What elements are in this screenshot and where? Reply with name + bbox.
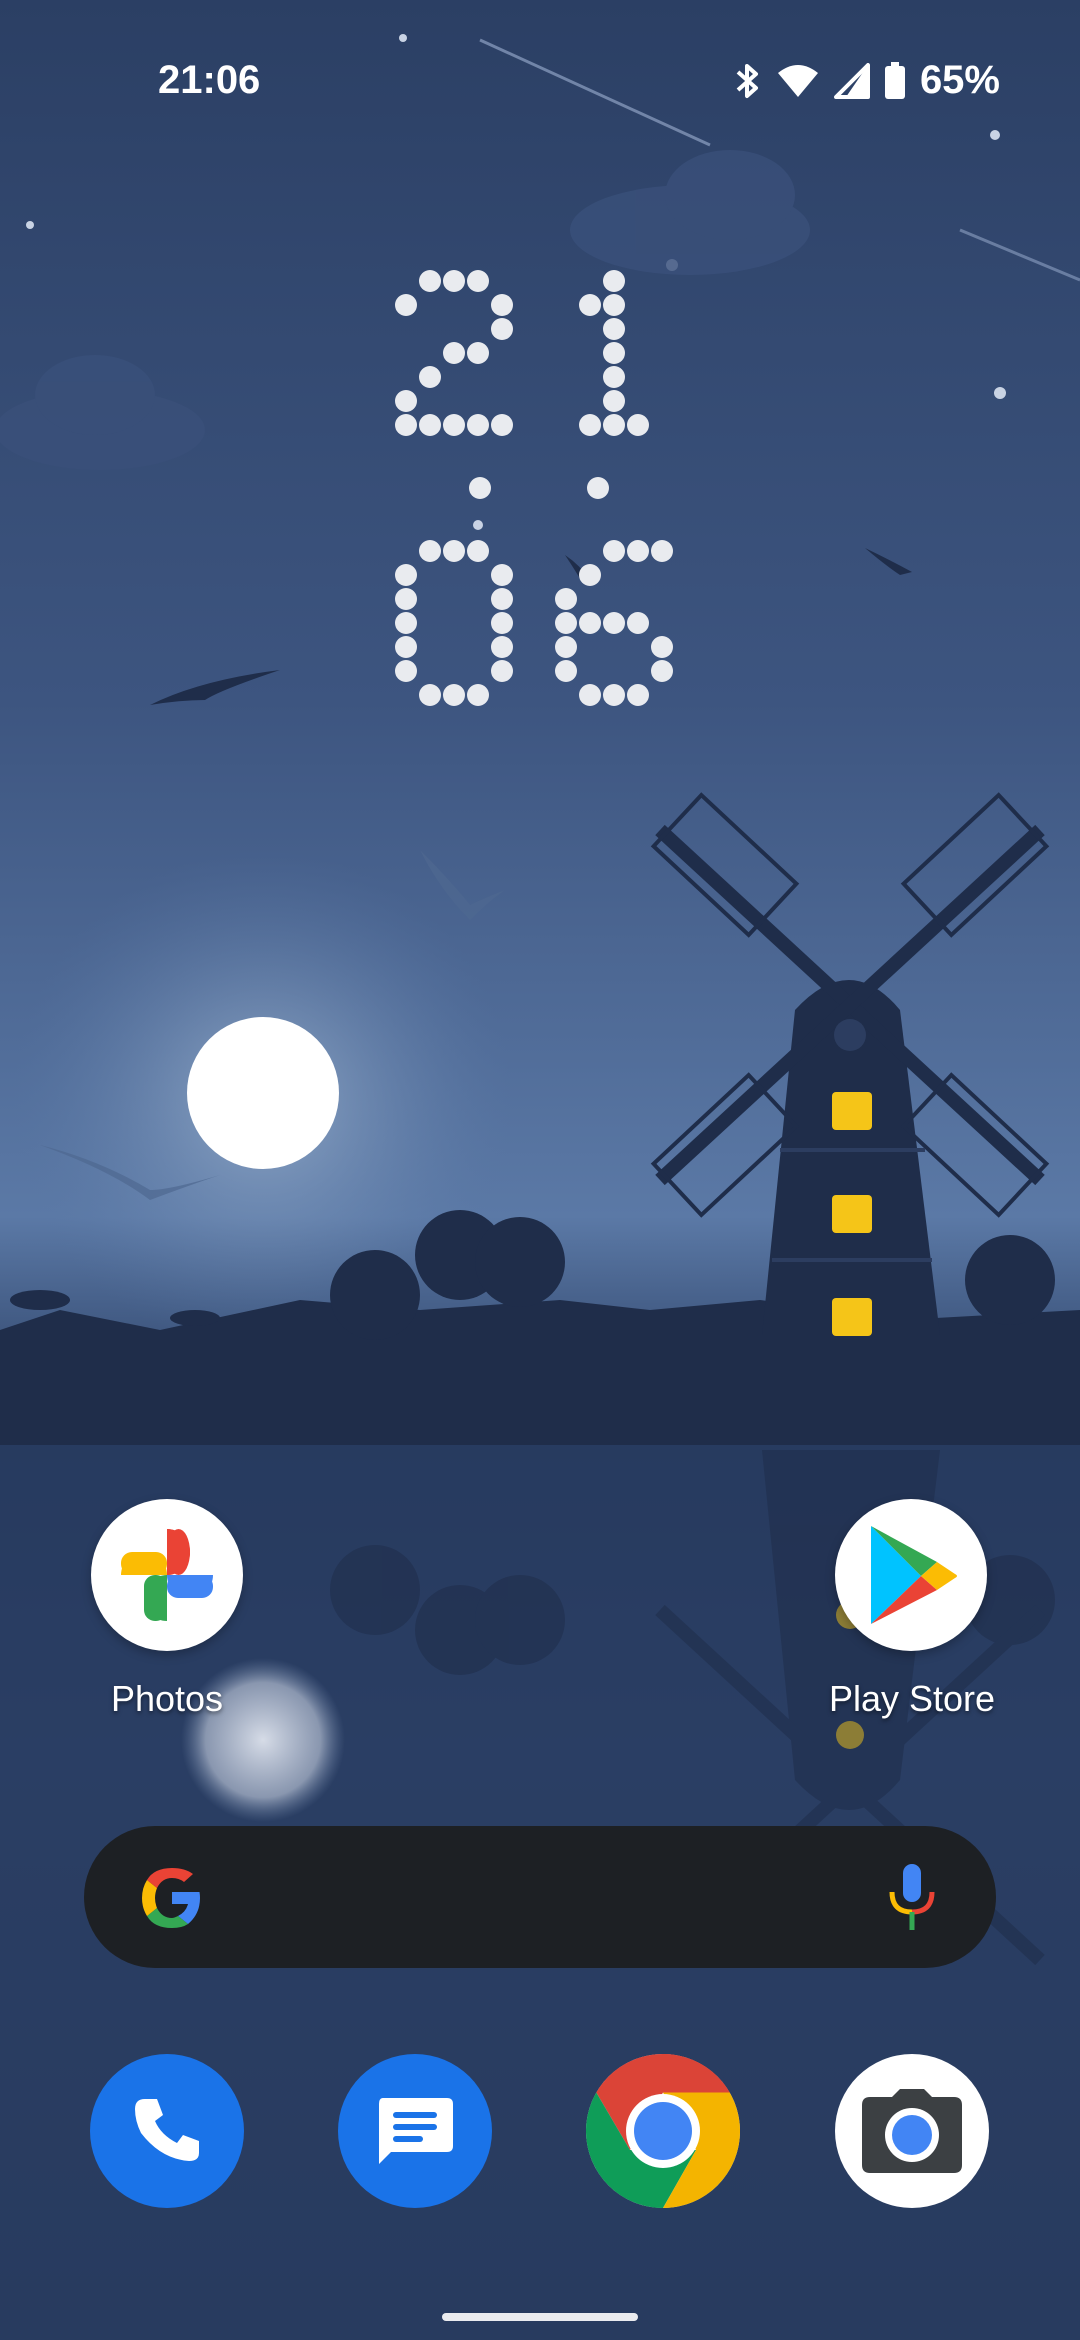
clock-hour-tens-dot [419, 270, 441, 292]
clock-minute-tens-dot [491, 564, 513, 586]
clock-minute-ones-dot [555, 660, 577, 682]
status-bar: 21:06 65% [0, 0, 1080, 160]
clock-hour-ones-dot [603, 318, 625, 340]
phone-icon [135, 2099, 199, 2161]
clock-hour-tens-dot [419, 414, 441, 436]
cellular-signal-icon [833, 62, 870, 99]
clock-minute-tens-dot [491, 660, 513, 682]
clock-minute-tens-dot [491, 588, 513, 610]
camera-icon [862, 2089, 962, 2173]
camera-app-icon[interactable] [835, 2054, 989, 2208]
clock-minute-ones-dot [579, 564, 601, 586]
wifi-icon [777, 64, 818, 97]
play-store-app-icon[interactable] [835, 1499, 987, 1651]
clock-minute-ones-dot [555, 636, 577, 658]
clock-minute-tens-dot [491, 636, 513, 658]
messages-icon [379, 2098, 453, 2164]
clock-minute-ones-dot [603, 540, 625, 562]
clock-minute-tens-dot [491, 612, 513, 634]
clock-hour-tens-dot [443, 270, 465, 292]
google-search-bar[interactable] [84, 1826, 996, 1968]
clock-hour-tens-dot [491, 294, 513, 316]
clock-hour-tens-dot [491, 318, 513, 340]
clock-hour-tens-dot [467, 270, 489, 292]
clock-hour-tens-dot [443, 414, 465, 436]
clock-hour-tens-dot [491, 414, 513, 436]
moon [187, 1017, 339, 1169]
google-photos-icon [121, 1529, 213, 1621]
clock-minute-ones-dot [579, 612, 601, 634]
clock-hour-tens-dot [419, 366, 441, 388]
clock-hour-ones-dot [603, 366, 625, 388]
clock-hour-tens-dot [395, 294, 417, 316]
chrome-icon [586, 2054, 740, 2208]
clock-hour-ones-dot [603, 270, 625, 292]
microphone-icon[interactable] [886, 1862, 938, 1934]
clock-hour-ones-dot [603, 342, 625, 364]
phone-app-icon[interactable] [90, 2054, 244, 2208]
clock-minute-tens-dot [395, 612, 417, 634]
clock-minute-ones-dot [555, 612, 577, 634]
clock-minute-ones-dot [651, 540, 673, 562]
clock-minute-ones-dot [651, 660, 673, 682]
bluetooth-icon [736, 63, 758, 98]
clock-hour-tens-dot [467, 342, 489, 364]
clock-separator-dot [469, 477, 491, 499]
clock-hour-tens-dot [443, 342, 465, 364]
clock-minute-ones-dot [627, 612, 649, 634]
clock-hour-ones-dot [603, 294, 625, 316]
clock-minute-ones-dot [603, 684, 625, 706]
gesture-nav-handle[interactable] [442, 2313, 638, 2321]
play-store-label[interactable]: Play Store [782, 1678, 1042, 1720]
clock-minute-tens-dot [419, 684, 441, 706]
photos-label[interactable]: Photos [37, 1678, 297, 1720]
clock-dots [395, 270, 673, 706]
clock-minute-tens-dot [443, 684, 465, 706]
google-g-icon[interactable] [138, 1864, 206, 1932]
clock-minute-ones-dot [603, 612, 625, 634]
clock-minute-tens-dot [395, 564, 417, 586]
clock-minute-ones-dot [579, 684, 601, 706]
clock-minute-tens-dot [467, 540, 489, 562]
clock-hour-ones-dot [579, 414, 601, 436]
clock-minute-tens-dot [395, 636, 417, 658]
clock-hour-tens-dot [467, 414, 489, 436]
clock-minute-ones-dot [627, 540, 649, 562]
clock-hour-ones-dot [603, 390, 625, 412]
battery-percent: 65% [919, 58, 1000, 102]
photos-app-icon[interactable] [91, 1499, 243, 1651]
clock-minute-tens-dot [395, 660, 417, 682]
clock-hour-tens-dot [395, 390, 417, 412]
clock-minute-tens-dot [467, 684, 489, 706]
status-icons: 65% [734, 58, 1000, 103]
clock-minute-ones-dot [555, 588, 577, 610]
messages-app-icon[interactable] [338, 2054, 492, 2208]
clock-hour-ones-dot [579, 294, 601, 316]
clock-hour-ones-dot [627, 414, 649, 436]
clock-separator-dot [587, 477, 609, 499]
battery-icon [884, 61, 905, 99]
clock-widget[interactable]: 21 06 [380, 260, 700, 735]
status-time: 21:06 [158, 58, 261, 102]
clock-minute-ones-dot [651, 636, 673, 658]
clock-hour-ones-dot [603, 414, 625, 436]
play-store-icon [871, 1526, 957, 1624]
clock-minute-tens-dot [443, 540, 465, 562]
clock-hour-tens-dot [395, 414, 417, 436]
clock-minute-tens-dot [395, 588, 417, 610]
clock-minute-ones-dot [627, 684, 649, 706]
clock-minute-tens-dot [419, 540, 441, 562]
chrome-app-icon[interactable] [586, 2054, 740, 2208]
